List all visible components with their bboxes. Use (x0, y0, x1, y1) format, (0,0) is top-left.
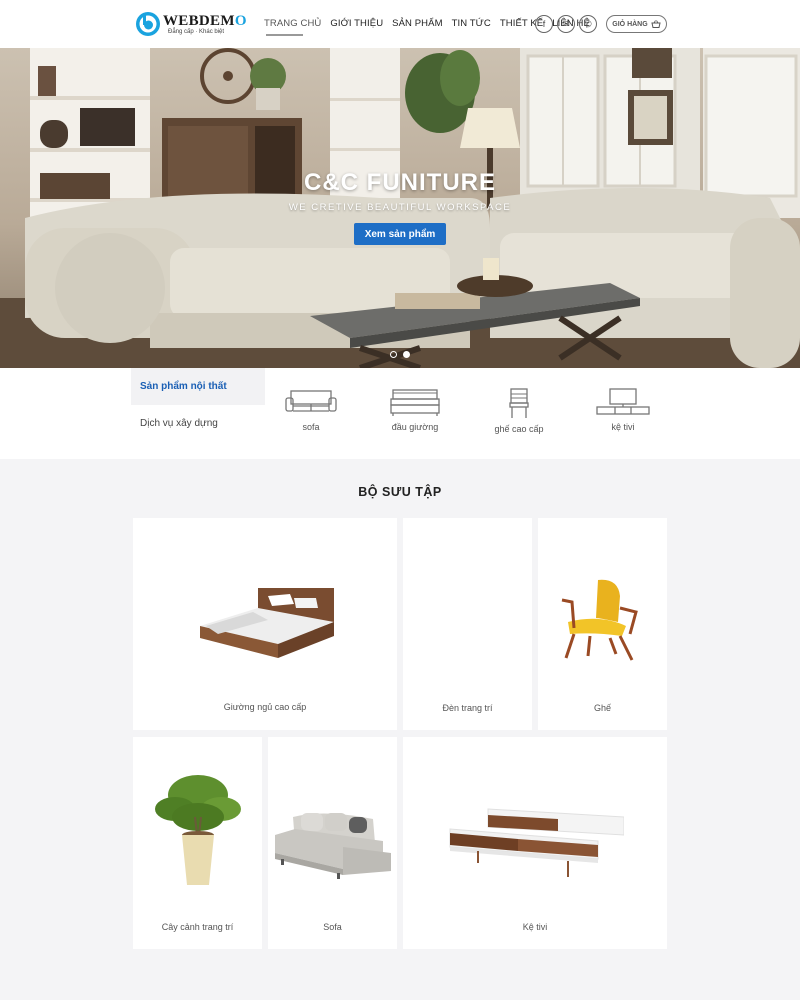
facebook-icon[interactable]: f (535, 15, 553, 33)
card-label: Giường ngủ cao cấp (223, 702, 307, 712)
view-products-button[interactable]: Xem sản phẩm (354, 223, 446, 245)
collection-card-bed[interactable]: Giường ngủ cao cấp (133, 518, 397, 730)
category-label: kệ tivi (611, 422, 635, 432)
nav-item-news[interactable]: TIN TỨC (452, 18, 491, 29)
hero-title: C&C FUNITURE (304, 169, 496, 196)
sofa-icon (285, 390, 337, 412)
nav-active-underline (266, 34, 303, 36)
cart-label: GIỎ HÀNG (612, 20, 648, 28)
slider-dot-2-active[interactable] (403, 351, 410, 358)
category-headboard[interactable]: đầu giường (375, 388, 455, 432)
hero-slider: C&C FUNITURE WE CRETIVE BEAUTIFUL WORKSP… (0, 48, 800, 368)
category-premium-chair[interactable]: ghế cao cấp (479, 388, 559, 434)
tv-stand-product-image (449, 808, 624, 877)
site-header: WEBDEMO Đẳng cấp · Khác biệt TRANG CHỦ G… (0, 0, 800, 48)
category-label: sofa (302, 422, 320, 432)
collection-title: BỘ SƯU TẬP (358, 485, 442, 499)
brand-name: WEBDEMO (163, 13, 247, 29)
bed-icon (390, 389, 440, 416)
cart-button[interactable]: GIỎ HÀNG (606, 15, 667, 33)
brand-logo[interactable]: WEBDEMO Đẳng cấp · Khác biệt (135, 10, 247, 40)
category-label: ghế cao cấp (494, 424, 544, 434)
category-tv-stand[interactable]: kệ tivi (583, 388, 663, 432)
chair-product-image (561, 579, 638, 661)
card-label: Ghế (593, 703, 611, 713)
slider-dot-1[interactable] (390, 351, 397, 358)
phone-icon[interactable]: ✆ (579, 15, 597, 33)
card-label: Sofa (323, 922, 342, 932)
plant-product-image (155, 775, 241, 885)
logo-mark-icon (136, 12, 160, 36)
card-label: Kệ tivi (522, 922, 548, 932)
collection-card-plant[interactable]: Cây cảnh trang trí (133, 737, 262, 949)
basket-icon (651, 20, 661, 28)
nav-item-about[interactable]: GIỚI THIỆU (330, 18, 383, 29)
mail-icon[interactable]: ✉ (557, 15, 575, 33)
card-label: Đèn trang trí (442, 703, 493, 713)
nav-item-home[interactable]: TRANG CHỦ (264, 18, 321, 29)
hero-subtitle: WE CRETIVE BEAUTIFUL WORKSPACE (288, 202, 512, 213)
tab-interior-products[interactable]: Sản phẩm nội thất (131, 368, 265, 405)
collection-card-chair[interactable]: Ghế (538, 518, 667, 730)
bed-product-image (200, 588, 334, 658)
collection-card-tv-stand[interactable]: Kệ tivi (403, 737, 667, 949)
chair-icon (509, 388, 529, 418)
tv-stand-icon (596, 388, 650, 415)
tab-construction-services[interactable]: Dịch vụ xây dựng (131, 405, 265, 442)
category-label: đầu giường (391, 422, 439, 432)
category-strip: Sản phẩm nội thất Dịch vụ xây dựng sofa … (0, 368, 800, 459)
brand-tagline: Đẳng cấp · Khác biệt (168, 29, 225, 35)
collection-card-sofa[interactable]: Sofa (268, 737, 397, 949)
category-sofa[interactable]: sofa (271, 388, 351, 432)
card-label: Cây cảnh trang trí (161, 922, 234, 932)
nav-item-products[interactable]: SẢN PHẨM (392, 18, 442, 29)
collection-card-lamp[interactable]: Đèn trang trí (403, 518, 532, 730)
sofa-product-image (275, 813, 391, 879)
